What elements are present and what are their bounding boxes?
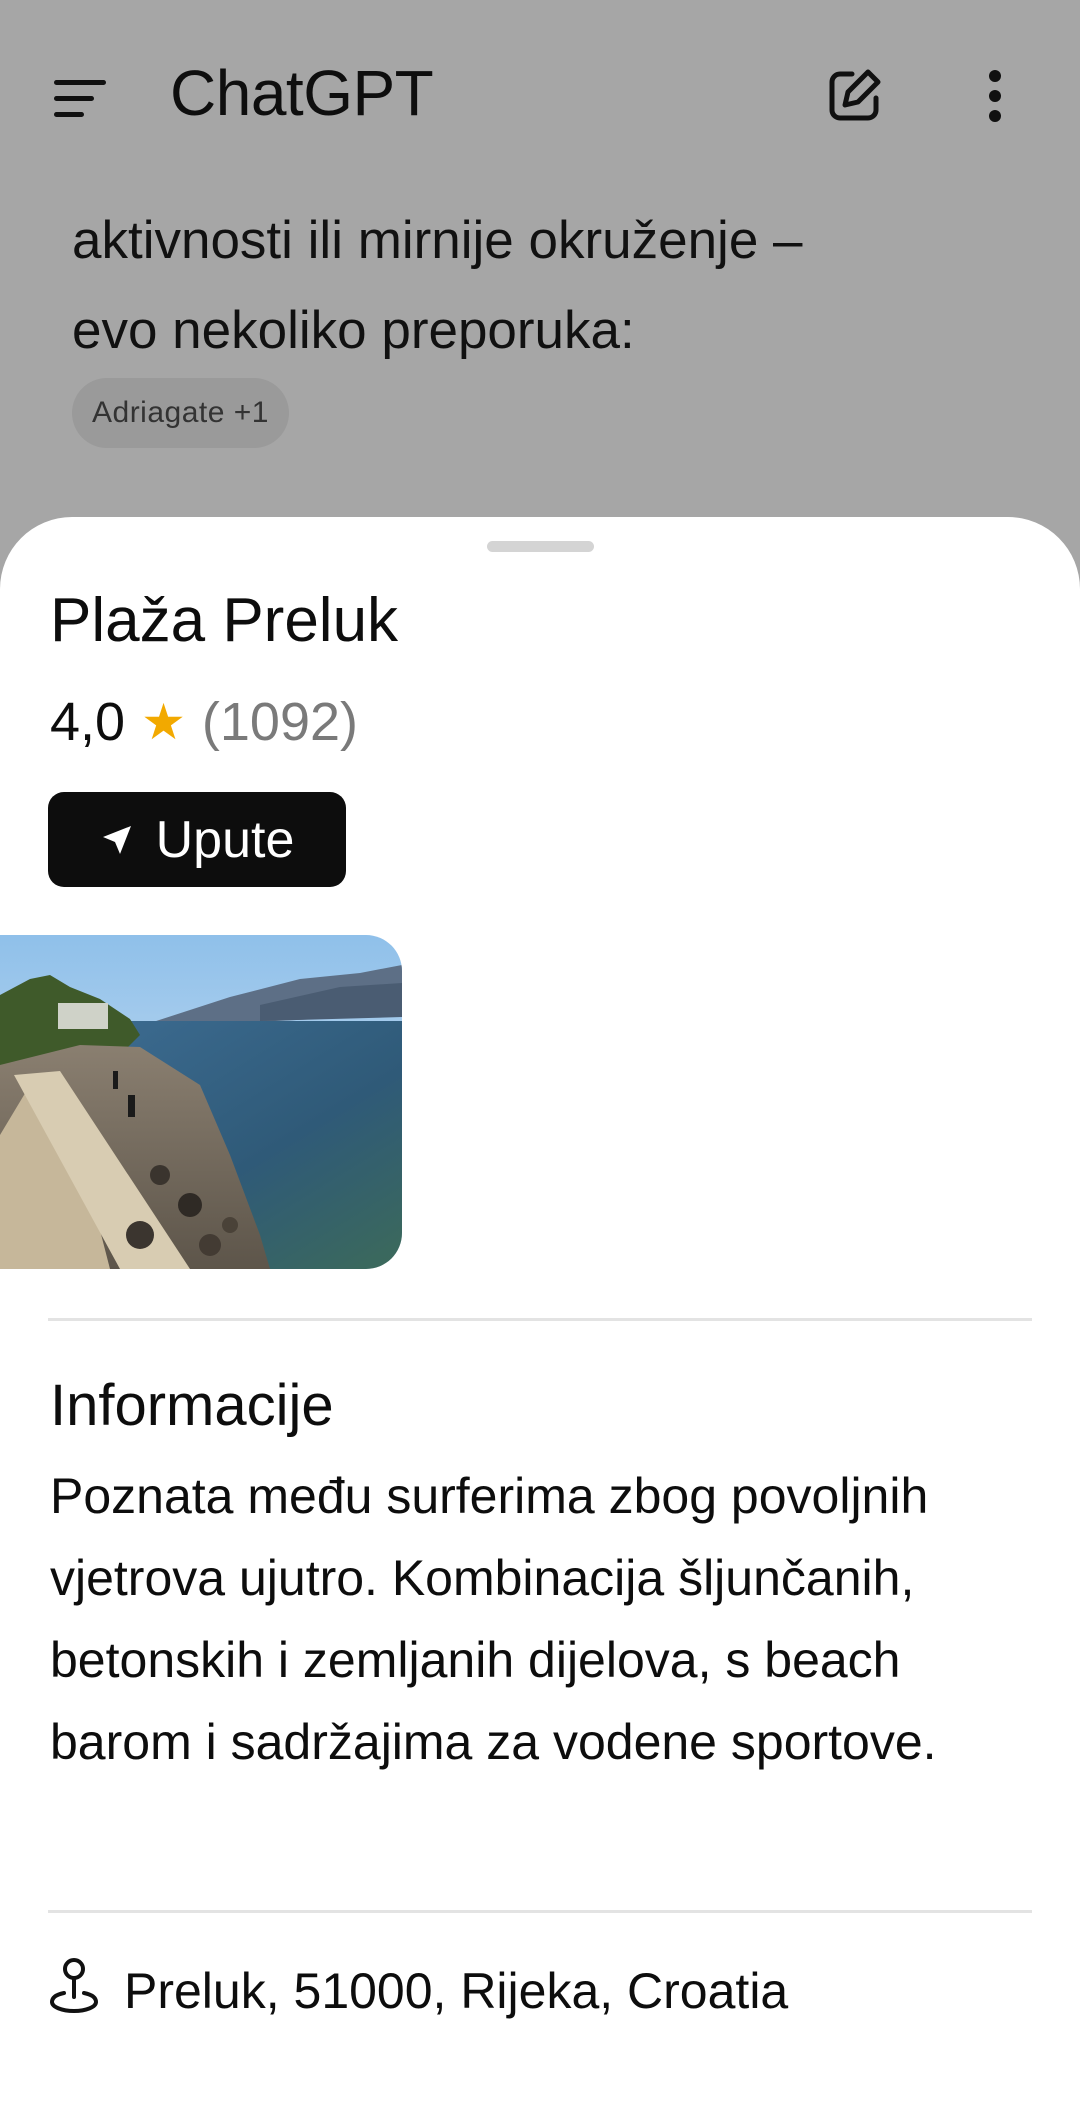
screen: ChatGPT aktivnosti ili mirnije okruženje…: [0, 0, 1080, 2115]
rating-value: 4,0: [50, 692, 126, 752]
assistant-message: aktivnosti ili mirnije okruženje – evo n…: [72, 196, 1032, 376]
divider: [48, 1910, 1032, 1913]
menu-icon[interactable]: [52, 74, 112, 120]
directions-button[interactable]: Upute: [48, 792, 346, 887]
drag-handle[interactable]: [487, 541, 594, 552]
message-line: evo nekoliko preporuka:: [72, 301, 635, 360]
source-chip[interactable]: Adriagate +1: [72, 378, 289, 448]
new-chat-icon[interactable]: [822, 64, 886, 128]
message-line: aktivnosti ili mirnije okruženje –: [72, 211, 803, 270]
address-text: Preluk, 51000, Rijeka, Croatia: [124, 1963, 789, 2019]
app-bar: ChatGPT: [0, 0, 1080, 190]
beach-photo[interactable]: [0, 935, 402, 1269]
review-count[interactable]: (1092): [202, 687, 358, 757]
directions-label: Upute: [155, 810, 295, 869]
navigation-arrow-icon: [100, 823, 134, 857]
star-icon: ★: [141, 694, 186, 750]
place-details-sheet: Plaža Preluk 4,0 ★ (1092) Upute Informac…: [0, 517, 1080, 2115]
more-vertical-icon[interactable]: [975, 64, 1015, 128]
info-description: Poznata među surferima zbog povoljnih vj…: [50, 1468, 937, 1770]
location-pin-icon: [50, 1955, 98, 2027]
address-row[interactable]: Preluk, 51000, Rijeka, Croatia: [50, 1955, 788, 2027]
divider: [48, 1318, 1032, 1321]
place-title: Plaža Preluk: [50, 586, 399, 655]
app-title: ChatGPT: [170, 57, 434, 129]
rating-row: 4,0 ★ (1092): [50, 687, 358, 757]
info-heading: Informacije: [50, 1373, 334, 1438]
